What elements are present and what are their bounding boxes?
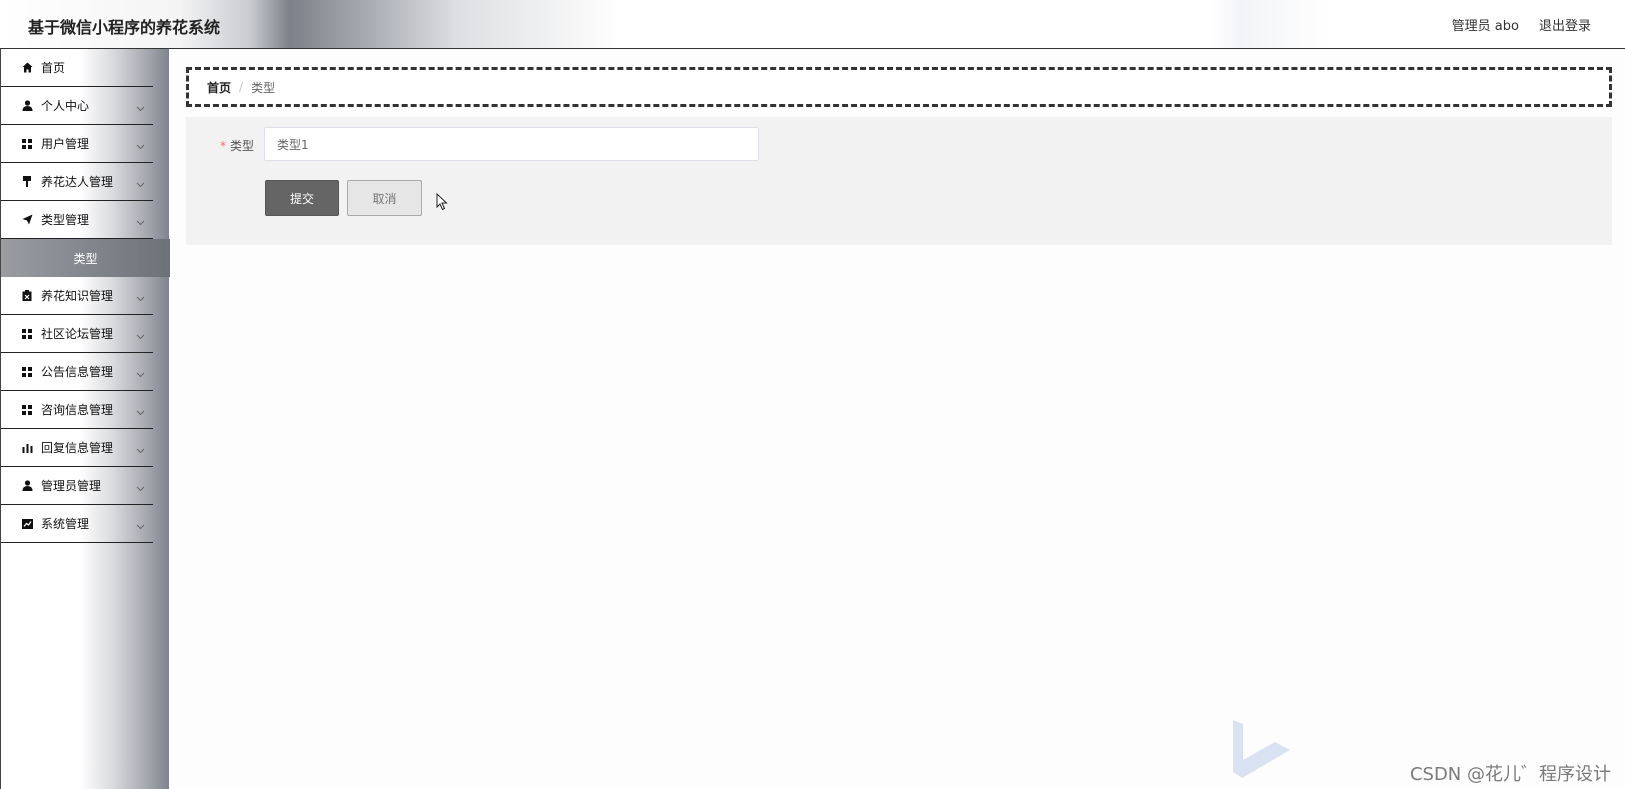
grid-icon [21,366,33,378]
top-header: 基于微信小程序的养花系统 管理员 abo 退出登录 [0,0,1625,49]
sidebar-item-forum-management[interactable]: 社区论坛管理 [1,315,153,353]
app-title: 基于微信小程序的养花系统 [28,18,221,37]
chevron-down-icon [136,519,145,533]
brush-icon [21,176,33,188]
mouse-cursor-icon [436,192,448,215]
sidebar-subitem-type[interactable]: 类型 [1,239,170,277]
grid-icon [21,328,33,340]
cancel-button[interactable]: 取消 [347,180,422,216]
send-icon [21,214,33,226]
chevron-down-icon [136,481,145,495]
sidebar-item-label: 类型管理 [41,213,90,227]
watermark-logo-icon [1230,720,1290,782]
chevron-down-icon [136,101,145,115]
sidebar-item-label: 管理员管理 [41,479,102,493]
sidebar-item-personal-center[interactable]: 个人中心 [1,87,153,125]
sidebar-item-home[interactable]: 首页 [1,49,153,87]
type-input[interactable] [264,127,759,161]
type-form: * 类型 提交 取消 [186,117,1612,245]
watermark-text: CSDN @花儿゛程序设计 [1409,764,1611,785]
bar-chart-icon [21,442,33,454]
sidebar-item-label: 咨询信息管理 [41,403,114,417]
grid-icon [21,138,33,150]
sidebar-item-type-management[interactable]: 类型管理 [1,201,153,239]
type-field-label: * 类型 [220,137,254,154]
sidebar: 首页 个人中心 用户管理 养花达人管理 类型管理 类型 养花知识管理 社区论坛管… [0,49,170,789]
current-user: 管理员 abo [1451,19,1519,34]
sidebar-item-consultation-management[interactable]: 咨询信息管理 [1,391,153,429]
sidebar-item-label: 系统管理 [41,517,90,531]
chevron-down-icon [136,443,145,457]
sidebar-item-label: 类型 [73,251,98,266]
sidebar-item-notice-management[interactable]: 公告信息管理 [1,353,153,391]
logout-button[interactable]: 退出登录 [1539,15,1591,34]
grid-icon [21,404,33,416]
chevron-down-icon [136,177,145,191]
sidebar-item-label: 公告信息管理 [41,365,114,379]
breadcrumb-home[interactable]: 首页 [207,79,231,96]
user-icon [21,480,33,492]
required-mark: * [220,139,226,153]
breadcrumb-current: 类型 [251,80,276,95]
breadcrumb: 首页 / 类型 [186,67,1612,107]
chevron-down-icon [136,405,145,419]
sidebar-item-label: 个人中心 [41,99,90,113]
sidebar-item-user-management[interactable]: 用户管理 [1,125,153,163]
sidebar-item-admin-management[interactable]: 管理员管理 [1,467,153,505]
user-icon [21,100,33,112]
chevron-down-icon [136,291,145,305]
sidebar-item-label: 养花知识管理 [41,289,114,303]
breadcrumb-separator: / [239,80,244,94]
sidebar-item-flower-knowledge-management[interactable]: 养花知识管理 [1,277,153,315]
sidebar-item-label: 养花达人管理 [41,175,114,189]
chevron-down-icon [136,329,145,343]
sidebar-item-label: 回复信息管理 [41,441,114,455]
submit-button[interactable]: 提交 [265,180,339,216]
sidebar-item-reply-management[interactable]: 回复信息管理 [1,429,153,467]
sidebar-item-label: 社区论坛管理 [41,327,114,341]
type-label-text: 类型 [230,139,255,153]
sidebar-item-label: 首页 [41,61,66,75]
clipboard-icon [21,290,33,302]
sidebar-item-system-management[interactable]: 系统管理 [1,505,153,543]
chevron-down-icon [136,215,145,229]
chevron-down-icon [136,367,145,381]
sidebar-item-flower-expert-management[interactable]: 养花达人管理 [1,163,153,201]
chevron-down-icon [136,139,145,153]
home-icon [21,62,33,74]
sidebar-item-label: 用户管理 [41,137,90,151]
line-chart-icon [21,518,33,530]
header-user-area: 管理员 abo 退出登录 [1452,15,1591,34]
